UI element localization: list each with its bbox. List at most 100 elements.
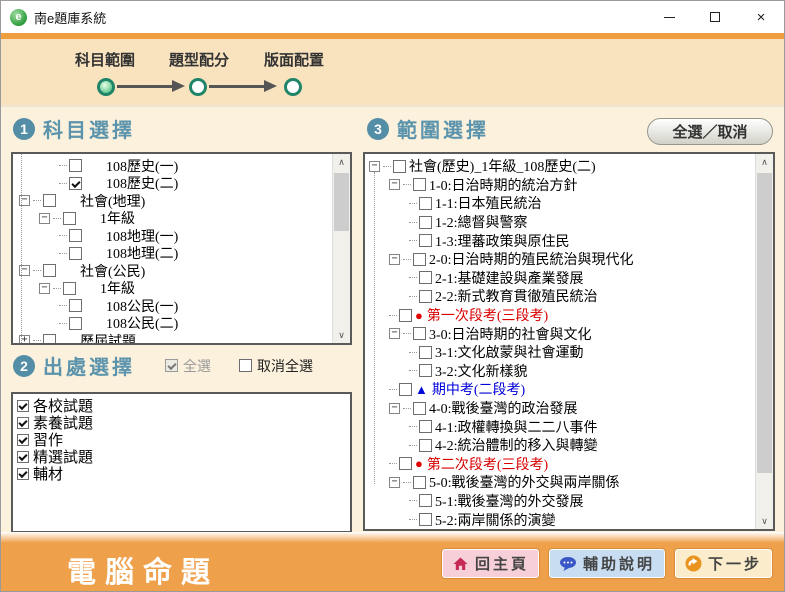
- tree-connector: [409, 519, 417, 520]
- scroll-up-icon[interactable]: ∧: [756, 154, 773, 170]
- checkbox[interactable]: [413, 253, 426, 266]
- tree-label[interactable]: 第一次段考(三段考): [427, 305, 548, 325]
- tree-label[interactable]: 1-0:日治時期的統治方針: [429, 175, 578, 195]
- checkbox[interactable]: [17, 417, 29, 429]
- wizard-header: 科目範圍 題型配分 版面配置: [1, 39, 784, 107]
- tree-label[interactable]: 第二次段考(三段考): [427, 454, 548, 474]
- checkbox[interactable]: [419, 420, 432, 433]
- checkbox[interactable]: [17, 400, 29, 412]
- step-label-subject-range[interactable]: 科目範圍: [73, 49, 137, 70]
- checkbox[interactable]: [419, 197, 432, 210]
- collapse-icon[interactable]: −: [39, 213, 50, 224]
- tree-label[interactable]: 1-3:理蕃政策與原住民: [435, 231, 570, 251]
- tree-connector: [33, 200, 41, 201]
- scrollbar-thumb[interactable]: [334, 173, 349, 231]
- checkbox[interactable]: [419, 271, 432, 284]
- tree-label[interactable]: 歷屆試題: [80, 331, 136, 343]
- step-circle-2[interactable]: [189, 78, 207, 96]
- close-button[interactable]: ×: [738, 1, 784, 33]
- checkbox[interactable]: [413, 476, 426, 489]
- tree-label[interactable]: 4-1:政權轉換與二二八事件: [435, 417, 598, 437]
- checkbox[interactable]: [43, 194, 56, 207]
- checkbox[interactable]: [413, 402, 426, 415]
- scroll-down-icon[interactable]: ∨: [333, 327, 350, 343]
- scroll-up-icon[interactable]: ∧: [333, 154, 350, 170]
- checkbox[interactable]: [419, 364, 432, 377]
- tree-row: 2-2:新式教育貫徹殖民統治: [365, 287, 756, 306]
- step-arrow-icon: [209, 85, 264, 88]
- collapse-icon[interactable]: −: [369, 161, 380, 172]
- checkbox[interactable]: [419, 439, 432, 452]
- checkbox[interactable]: [63, 282, 76, 295]
- select-all-checkbox[interactable]: [165, 359, 178, 372]
- step-circle-1-active[interactable]: [97, 78, 115, 96]
- tree-label[interactable]: 5-2:兩岸關係的演變: [435, 510, 556, 529]
- checkbox[interactable]: [63, 212, 76, 225]
- select-all-checkbox-group[interactable]: 全選: [165, 356, 211, 376]
- checkbox[interactable]: [419, 216, 432, 229]
- checkbox[interactable]: [17, 468, 29, 480]
- scrollbar-thumb[interactable]: [757, 173, 772, 473]
- tree-label[interactable]: 期中考(二段考): [432, 379, 525, 399]
- number-2-badge: 2: [13, 355, 35, 377]
- checkbox[interactable]: [43, 334, 56, 343]
- checkbox[interactable]: [419, 494, 432, 507]
- scroll-down-icon[interactable]: ∨: [756, 513, 773, 529]
- maximize-button[interactable]: [692, 1, 738, 33]
- tree-label[interactable]: 4-2:統治體制的移入與轉變: [435, 435, 598, 455]
- checkbox[interactable]: [399, 457, 412, 470]
- checkbox[interactable]: [69, 159, 82, 172]
- tree-label[interactable]: 2-1:基礎建設與產業發展: [435, 268, 584, 288]
- step-label-question-allocation[interactable]: 題型配分: [167, 49, 231, 70]
- checkbox[interactable]: [413, 327, 426, 340]
- checkbox[interactable]: [413, 178, 426, 191]
- checkbox[interactable]: [69, 177, 82, 190]
- tree-label[interactable]: 3-0:日治時期的社會與文化: [429, 324, 592, 344]
- deselect-all-checkbox[interactable]: [239, 359, 252, 372]
- home-button[interactable]: 回主頁: [442, 549, 539, 578]
- step-circle-3[interactable]: [284, 78, 302, 96]
- range-tree-scrollbar[interactable]: ∧ ∨: [755, 154, 773, 529]
- collapse-icon[interactable]: −: [389, 328, 400, 339]
- checkbox[interactable]: [399, 309, 412, 322]
- subject-tree-scrollbar[interactable]: ∧ ∨: [332, 154, 350, 343]
- checkbox[interactable]: [43, 264, 56, 277]
- checkbox[interactable]: [69, 247, 82, 260]
- collapse-icon[interactable]: −: [389, 403, 400, 414]
- collapse-icon[interactable]: −: [389, 179, 400, 190]
- tree-label[interactable]: 2-2:新式教育貫徹殖民統治: [435, 286, 598, 306]
- checkbox[interactable]: [69, 229, 82, 242]
- tree-label[interactable]: 3-2:文化新樣貌: [435, 361, 528, 381]
- checkbox[interactable]: [419, 513, 432, 526]
- checkbox[interactable]: [419, 346, 432, 359]
- next-step-button[interactable]: 下一步: [675, 549, 772, 578]
- tree-connector: [389, 389, 397, 390]
- tree-label[interactable]: 5-1:戰後臺灣的外交發展: [435, 491, 584, 511]
- list-item-label[interactable]: 輔材: [33, 463, 63, 484]
- checkbox[interactable]: [17, 451, 29, 463]
- tree-label[interactable]: 5-0:戰後臺灣的外交與兩岸關係: [429, 472, 620, 492]
- select-deselect-all-button[interactable]: 全選／取消: [647, 118, 773, 145]
- step-label-layout[interactable]: 版面配置: [262, 49, 326, 70]
- range-tree-box: −社會(歷史)_1年級_108歷史(二)−1-0:日治時期的統治方針1-1:日本…: [363, 152, 775, 531]
- tree-label[interactable]: 1-1:日本殖民統治: [435, 193, 542, 213]
- deselect-all-checkbox-group[interactable]: 取消全選: [239, 356, 313, 376]
- checkbox[interactable]: [419, 290, 432, 303]
- checkbox[interactable]: [419, 234, 432, 247]
- checkbox[interactable]: [399, 383, 412, 396]
- checkbox[interactable]: [69, 317, 82, 330]
- tree-label[interactable]: 社會(歷史)_1年級_108歷史(二): [409, 156, 596, 176]
- collapse-icon[interactable]: −: [389, 254, 400, 265]
- tree-label[interactable]: 2-0:日治時期的殖民統治與現代化: [429, 249, 634, 269]
- checkbox[interactable]: [69, 299, 82, 312]
- minimize-button[interactable]: [646, 1, 692, 33]
- checkbox[interactable]: [393, 160, 406, 173]
- checkbox[interactable]: [17, 434, 29, 446]
- tree-label[interactable]: 3-1:文化啟蒙與社會運動: [435, 342, 584, 362]
- tree-label[interactable]: 1-2:總督與警察: [435, 212, 528, 232]
- collapse-icon[interactable]: −: [389, 477, 400, 488]
- tree-connector: [409, 426, 417, 427]
- collapse-icon[interactable]: −: [39, 283, 50, 294]
- tree-label[interactable]: 4-0:戰後臺灣的政治發展: [429, 398, 578, 418]
- help-button[interactable]: 輔助說明: [549, 549, 665, 578]
